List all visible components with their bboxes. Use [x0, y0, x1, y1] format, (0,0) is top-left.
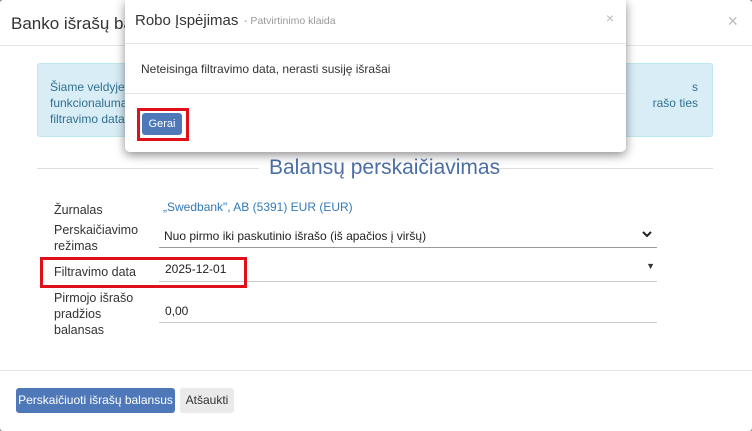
date-highlight-box — [40, 257, 247, 288]
mode-select-value: Nuo pirmo iki paskutinio išrašo (iš apač… — [164, 229, 427, 243]
recalculate-button[interactable]: Perskaičiuoti išrašų balansus — [16, 388, 175, 413]
section-divider-right — [491, 168, 713, 169]
dialog-header-divider — [125, 43, 626, 44]
chevron-down-icon — [641, 228, 653, 243]
caret-down-icon: ▼ — [646, 261, 655, 271]
warning-dialog: Robo Įspėjimas - Patvirtinimo klaida × N… — [125, 0, 626, 152]
info-alert-text-left: Šiame veldyje g funkcionalumas filtravim… — [50, 80, 135, 126]
ok-highlight-box — [137, 108, 189, 141]
dialog-message: Neteisinga filtravimo data, nerasti susi… — [141, 62, 391, 76]
modal-close-icon[interactable]: × — [727, 12, 738, 30]
section-title: Balansų perskaičiavimas — [269, 156, 501, 179]
balance-label-line-2: pradžios — [54, 307, 102, 321]
dialog-title: Robo Įspėjimas — [135, 12, 239, 29]
dialog-footer-divider — [125, 93, 626, 94]
mode-label-line-1: Perskaičiavimo — [54, 223, 139, 237]
mode-label-line-2: režimas — [54, 239, 98, 253]
mode-select[interactable]: Nuo pirmo iki paskutinio išrašo (iš apač… — [159, 226, 657, 248]
info-alert-text-right: s rašo ties — [652, 80, 698, 110]
mode-label: Perskaičiavimo režimas — [54, 222, 138, 254]
dialog-subtitle: - Patvirtinimo klaida — [244, 15, 336, 27]
modal-footer-divider — [0, 370, 752, 371]
balance-label-line-3: balansas — [54, 323, 105, 337]
section-divider-left — [37, 168, 259, 169]
balance-input[interactable]: 0,00 — [159, 301, 657, 323]
balance-label-line-1: Pirmojo išrašo — [54, 291, 134, 305]
dialog-close-icon[interactable]: × — [606, 10, 614, 26]
balance-label: Pirmojo išrašo pradžios balansas — [54, 290, 133, 338]
journal-label: Žurnalas — [54, 203, 103, 217]
balance-input-value: 0,00 — [165, 304, 189, 318]
journal-link[interactable]: „Swedbank", AB (5391) EUR (EUR) — [163, 200, 353, 214]
cancel-button[interactable]: Atšaukti — [180, 388, 234, 413]
